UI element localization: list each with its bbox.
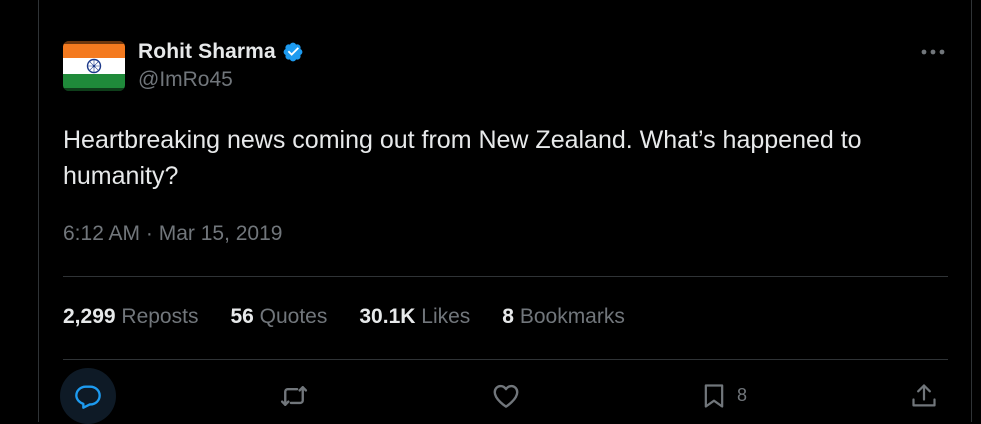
bookmarks-label: Bookmarks (519, 305, 625, 328)
bookmarks-stat[interactable]: 8 Bookmarks (502, 305, 625, 329)
quotes-count: 56 (230, 305, 254, 328)
share-button[interactable] (896, 368, 952, 424)
repost-icon (280, 386, 308, 406)
bookmark-button[interactable] (686, 368, 742, 424)
engagement-stats: 2,299 Reposts 56 Quotes 30.1K Likes 8 Bo… (63, 305, 657, 329)
repost-button[interactable] (266, 368, 322, 424)
display-name-row: Rohit Sharma (138, 38, 304, 66)
divider (63, 276, 948, 277)
reply-icon (75, 385, 101, 409)
heart-icon (493, 384, 519, 408)
tweet-timestamp[interactable]: 6:12 AM · Mar 15, 2019 (63, 222, 282, 246)
share-icon (912, 384, 936, 407)
divider (63, 359, 948, 360)
handle[interactable]: @ImRo45 (138, 68, 304, 92)
reposts-count: 2,299 (63, 305, 116, 328)
likes-label: Likes (421, 305, 471, 328)
author-block: Rohit Sharma @ImRo45 (138, 38, 304, 92)
column-border-left (38, 0, 39, 422)
reposts-stat[interactable]: 2,299 Reposts (63, 305, 198, 329)
tweet-detail: Rohit Sharma @ImRo45 Heartbreaking news … (0, 0, 981, 424)
india-flag-avatar-icon (63, 41, 125, 91)
column-border-right (971, 0, 972, 422)
likes-stat[interactable]: 30.1K Likes (359, 305, 470, 329)
bookmark-icon (704, 384, 724, 408)
more-dots-icon (921, 49, 945, 55)
avatar[interactable] (63, 41, 125, 91)
reposts-label: Reposts (121, 305, 199, 328)
verified-badge-icon[interactable] (282, 41, 304, 63)
likes-count: 30.1K (359, 305, 416, 328)
tweet-text: Heartbreaking news coming out from New Z… (63, 126, 862, 190)
reply-button[interactable] (60, 368, 116, 424)
display-name[interactable]: Rohit Sharma (138, 40, 276, 64)
like-button[interactable] (478, 368, 534, 424)
bookmarks-count: 8 (502, 305, 514, 328)
quotes-label: Quotes (259, 305, 328, 328)
bookmark-action-count: 8 (737, 385, 748, 405)
quotes-stat[interactable]: 56 Quotes (230, 305, 327, 329)
more-options-button[interactable] (917, 42, 949, 62)
